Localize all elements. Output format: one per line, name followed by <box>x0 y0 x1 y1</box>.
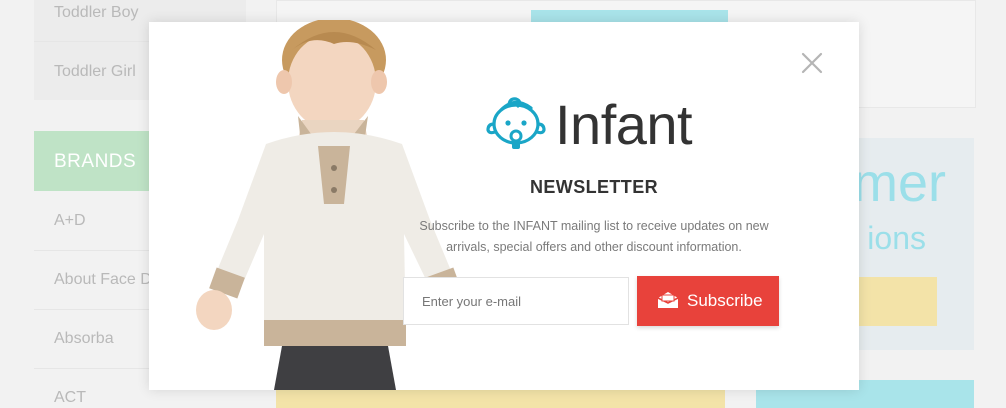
brands-heading-label: BRANDS <box>54 151 137 172</box>
promo-headline: mer <box>853 153 946 213</box>
promo-strip <box>276 390 725 408</box>
brand-item[interactable]: ACT <box>54 389 86 407</box>
envelope-icon <box>657 292 679 308</box>
subscribe-button[interactable]: Subscribe <box>637 276 779 326</box>
brand-name: Infant <box>555 93 693 156</box>
brand-item[interactable]: Absorba <box>54 330 114 348</box>
category-item[interactable]: Toddler Girl <box>54 63 136 81</box>
baby-photo <box>196 20 468 390</box>
subscribe-label: Subscribe <box>687 291 763 310</box>
newsletter-modal: Infant NEWSLETTER Subscribe to the INFAN… <box>149 20 859 390</box>
baby-face-logo-icon <box>486 97 546 149</box>
email-input[interactable] <box>403 277 629 325</box>
newsletter-description: Subscribe to the INFANT mailing list to … <box>419 219 769 254</box>
category-item[interactable]: Toddler Boy <box>54 4 139 22</box>
close-icon[interactable] <box>799 50 825 76</box>
promo-subline: ions <box>867 220 926 256</box>
brand-item[interactable]: A+D <box>54 212 86 230</box>
newsletter-title: NEWSLETTER <box>530 177 658 197</box>
brand-item[interactable]: About Face D <box>54 271 152 289</box>
